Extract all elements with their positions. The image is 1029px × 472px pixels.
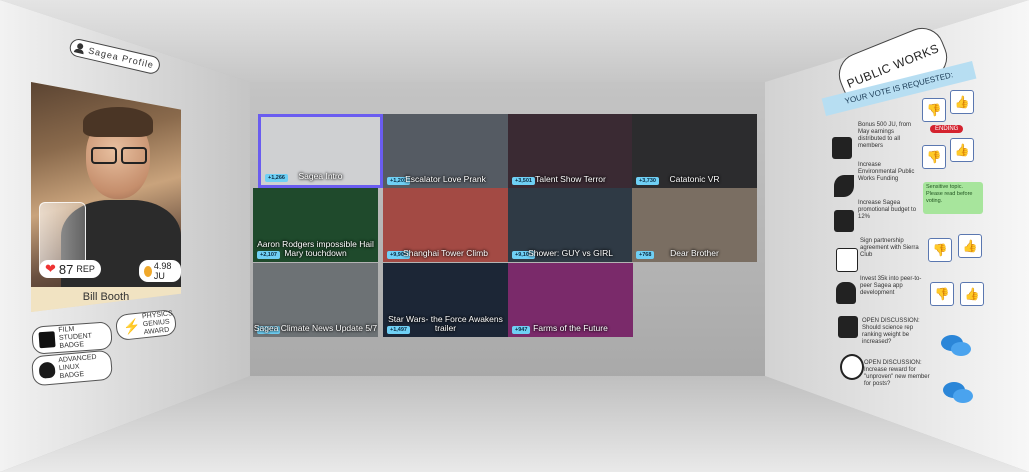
badge-label: FILM STUDENT BADGE (58, 325, 93, 350)
video-tile[interactable]: +9,908 Shanghai Tower Climb (383, 188, 508, 262)
bank-icon (834, 210, 854, 232)
thumbs-up-button[interactable]: 👍 (960, 282, 984, 306)
video-title: Talent Show Terror (535, 174, 606, 184)
proposal-text: Sign partnership agreement with Sierra C… (860, 238, 919, 258)
proposal-text: Increase Environmental Public Works Fund… (858, 162, 915, 182)
rep-unit: REP (76, 264, 95, 274)
rep-badge: ❤ 87 REP (39, 260, 101, 278)
proposal-text: Increase Sagea promotional budget to 12% (858, 200, 917, 220)
video-title: Dear Brother (670, 248, 719, 258)
discussion-bubble-icon[interactable] (942, 380, 974, 406)
person-icon (74, 42, 86, 54)
proposal-text: Bonus 500 JU, from May earnings distribu… (858, 122, 912, 149)
video-title: Aaron Rodgers impossible Hail Mary touch… (257, 239, 374, 258)
penguin-icon (38, 361, 56, 379)
thumbs-down-button[interactable]: 👎 (930, 282, 954, 306)
video-grid: +1,266 Sagea Intro +1,201 Escalator Love… (253, 114, 757, 340)
video-tile[interactable]: +768 Dear Brother (632, 188, 757, 262)
proposal-text: OPEN DISCUSSION: Should science rep rank… (862, 318, 920, 345)
camera-icon (38, 331, 56, 349)
thumbs-up-button[interactable]: 👍 (950, 138, 974, 162)
thumbs-up-button[interactable]: 👍 (950, 90, 974, 114)
sensitive-topic-note: Sensitive topic. Please read before voti… (923, 182, 983, 214)
video-title: Escalator Love Prank (405, 174, 486, 184)
video-tile[interactable]: +3,730 Catatonic VR (632, 114, 757, 188)
video-tile[interactable]: +1,300 Sagea Climate News Update 5/7 (253, 263, 378, 337)
thumbs-down-button[interactable]: 👎 (922, 145, 946, 169)
video-title: Catatonic VR (669, 174, 720, 184)
thumbs-down-button[interactable]: 👎 (922, 98, 946, 122)
coin-icon (144, 265, 152, 277)
badge-label: ADVANCED LINUX BADGE (58, 353, 97, 381)
video-tile[interactable]: +3,501 Talent Show Terror (508, 114, 633, 188)
sliders-icon (838, 316, 858, 338)
video-tile[interactable]: +9,103 Shower: GUY vs GIRL (508, 188, 633, 262)
proposal-text: Invest 35k into peer-to-peer Sagea app d… (860, 276, 922, 296)
profile-photo (31, 82, 181, 290)
video-title: Farms of the Future (533, 323, 608, 333)
video-tile[interactable]: +1,201 Escalator Love Prank (383, 114, 508, 188)
ju-value: 4.98 JU (153, 261, 172, 281)
video-title: Star Wars- the Force Awakens trailer (388, 314, 503, 333)
document-icon (836, 248, 858, 272)
dollar-icon (840, 354, 864, 380)
person-icon (832, 137, 852, 159)
proposal-text: OPEN DISCUSSION: Increase reward for "un… (864, 360, 930, 387)
profile-card[interactable]: ❤ 87 REP 4.98 JU Bill Booth (31, 82, 181, 312)
heart-icon: ❤ (45, 261, 56, 276)
thumbs-up-button[interactable]: 👍 (958, 234, 982, 258)
video-tile[interactable]: +1,497 Star Wars- the Force Awakens trai… (383, 263, 508, 337)
ending-badge: ENDING (930, 125, 964, 133)
badge-label: PHYSICS GENIUS AWARD (141, 310, 174, 337)
ju-badge: 4.98 JU (139, 260, 181, 282)
video-title: Shower: GUY vs GIRL (528, 248, 613, 258)
leaf-icon (834, 175, 854, 197)
video-title: Sagea Intro (298, 171, 343, 181)
thumbs-down-button[interactable]: 👎 (928, 238, 952, 262)
video-tile[interactable]: +1,266 Sagea Intro (258, 114, 383, 188)
android-icon (836, 282, 856, 304)
video-tile[interactable]: +947 Farms of the Future (508, 263, 633, 337)
video-tile[interactable]: +2,107 Aaron Rodgers impossible Hail Mar… (253, 188, 378, 262)
rep-value: 87 (58, 261, 74, 277)
vr-room: Sagea Profile ❤ 87 REP 4.98 JU Bill Boot… (0, 0, 1029, 472)
lightning-icon: ⚡ (122, 317, 142, 336)
discussion-bubble-icon[interactable] (940, 333, 972, 359)
video-title: Shanghai Tower Climb (403, 248, 488, 258)
video-title: Sagea Climate News Update 5/7 (253, 323, 378, 333)
